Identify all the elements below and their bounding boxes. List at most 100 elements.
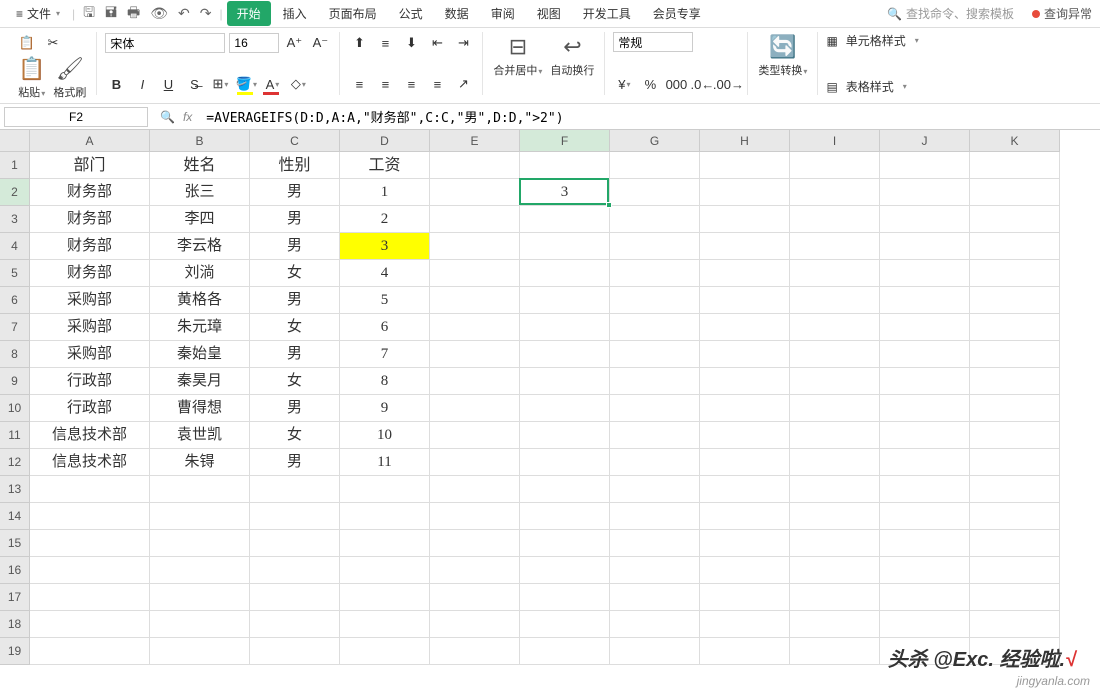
cell-F3[interactable] [520,206,610,233]
row-header-3[interactable]: 3 [0,206,30,233]
cell-F11[interactable] [520,422,610,449]
tab-start[interactable]: 开始 [227,1,271,26]
font-size-select[interactable] [229,33,279,53]
row-header-13[interactable]: 13 [0,476,30,503]
cell-G6[interactable] [610,287,700,314]
decimal-decrease-icon[interactable]: .00→ [717,73,739,95]
cell-C11[interactable]: 女 [250,422,340,449]
cell-H13[interactable] [700,476,790,503]
name-box[interactable] [4,107,148,127]
cell-I7[interactable] [790,314,880,341]
tab-formula[interactable]: 公式 [389,1,433,26]
cell-D3[interactable]: 2 [340,206,430,233]
cell-G1[interactable] [610,152,700,179]
cell-G11[interactable] [610,422,700,449]
cell-F1[interactable] [520,152,610,179]
strikethrough-button[interactable]: S̶ [183,73,205,95]
col-header-A[interactable]: A [30,130,150,152]
cell-G13[interactable] [610,476,700,503]
cell-G19[interactable] [610,638,700,665]
cell-J12[interactable] [880,449,970,476]
cell-G3[interactable] [610,206,700,233]
file-menu[interactable]: ≡ 文件 ▾ [8,3,68,24]
cell-D18[interactable] [340,611,430,638]
table-style-icon[interactable]: ▤ [826,80,837,94]
cell-C8[interactable]: 男 [250,341,340,368]
cell-E4[interactable] [430,233,520,260]
cell-B17[interactable] [150,584,250,611]
cell-C6[interactable]: 男 [250,287,340,314]
cell-J7[interactable] [880,314,970,341]
align-right-icon[interactable]: ≡ [400,73,422,95]
row-header-10[interactable]: 10 [0,395,30,422]
cell-C9[interactable]: 女 [250,368,340,395]
save-as-icon[interactable]: 🖬 [101,0,121,28]
cell-J14[interactable] [880,503,970,530]
table-style-label[interactable]: 表格样式 [846,78,894,95]
cell-E18[interactable] [430,611,520,638]
align-left-icon[interactable]: ≡ [348,73,370,95]
row-header-5[interactable]: 5 [0,260,30,287]
cell-B4[interactable]: 李云格 [150,233,250,260]
cell-K4[interactable] [970,233,1060,260]
increase-font-icon[interactable]: A⁺ [283,32,305,54]
cell-E3[interactable] [430,206,520,233]
cell-D10[interactable]: 9 [340,395,430,422]
cell-D13[interactable] [340,476,430,503]
cell-I19[interactable] [790,638,880,665]
row-header-14[interactable]: 14 [0,503,30,530]
cell-A5[interactable]: 财务部 [30,260,150,287]
cell-F13[interactable] [520,476,610,503]
cell-A16[interactable] [30,557,150,584]
cell-K3[interactable] [970,206,1060,233]
tab-member[interactable]: 会员专享 [643,1,711,26]
cell-G14[interactable] [610,503,700,530]
cell-B12[interactable]: 朱锝 [150,449,250,476]
select-all-corner[interactable] [0,130,30,152]
cell-C4[interactable]: 男 [250,233,340,260]
cell-E7[interactable] [430,314,520,341]
cell-F7[interactable] [520,314,610,341]
cell-H16[interactable] [700,557,790,584]
cell-G9[interactable] [610,368,700,395]
cell-K1[interactable] [970,152,1060,179]
cell-I2[interactable] [790,179,880,206]
tab-insert[interactable]: 插入 [273,1,317,26]
cell-F10[interactable] [520,395,610,422]
cell-H12[interactable] [700,449,790,476]
row-header-18[interactable]: 18 [0,611,30,638]
col-header-F[interactable]: F [520,130,610,152]
cell-style-label[interactable]: 单元格样式 [846,32,906,49]
cell-F4[interactable] [520,233,610,260]
cell-H11[interactable] [700,422,790,449]
cell-H6[interactable] [700,287,790,314]
cell-J17[interactable] [880,584,970,611]
row-header-17[interactable]: 17 [0,584,30,611]
cell-J11[interactable] [880,422,970,449]
cell-D17[interactable] [340,584,430,611]
cell-A14[interactable] [30,503,150,530]
cell-C3[interactable]: 男 [250,206,340,233]
cell-A12[interactable]: 信息技术部 [30,449,150,476]
cell-A4[interactable]: 财务部 [30,233,150,260]
cell-B15[interactable] [150,530,250,557]
cell-style-icon[interactable]: ▦ [826,34,837,48]
cell-G16[interactable] [610,557,700,584]
tab-layout[interactable]: 页面布局 [319,1,387,26]
col-header-D[interactable]: D [340,130,430,152]
cell-A11[interactable]: 信息技术部 [30,422,150,449]
cell-F8[interactable] [520,341,610,368]
cell-B2[interactable]: 张三 [150,179,250,206]
cut-icon[interactable]: ✂ [42,32,64,54]
cell-D7[interactable]: 6 [340,314,430,341]
cell-B3[interactable]: 李四 [150,206,250,233]
col-header-H[interactable]: H [700,130,790,152]
cell-K5[interactable] [970,260,1060,287]
cell-H10[interactable] [700,395,790,422]
cell-B6[interactable]: 黄格各 [150,287,250,314]
orientation-icon[interactable]: ↗ [452,73,474,95]
cell-E16[interactable] [430,557,520,584]
cell-K16[interactable] [970,557,1060,584]
cell-C13[interactable] [250,476,340,503]
cell-A2[interactable]: 财务部 [30,179,150,206]
